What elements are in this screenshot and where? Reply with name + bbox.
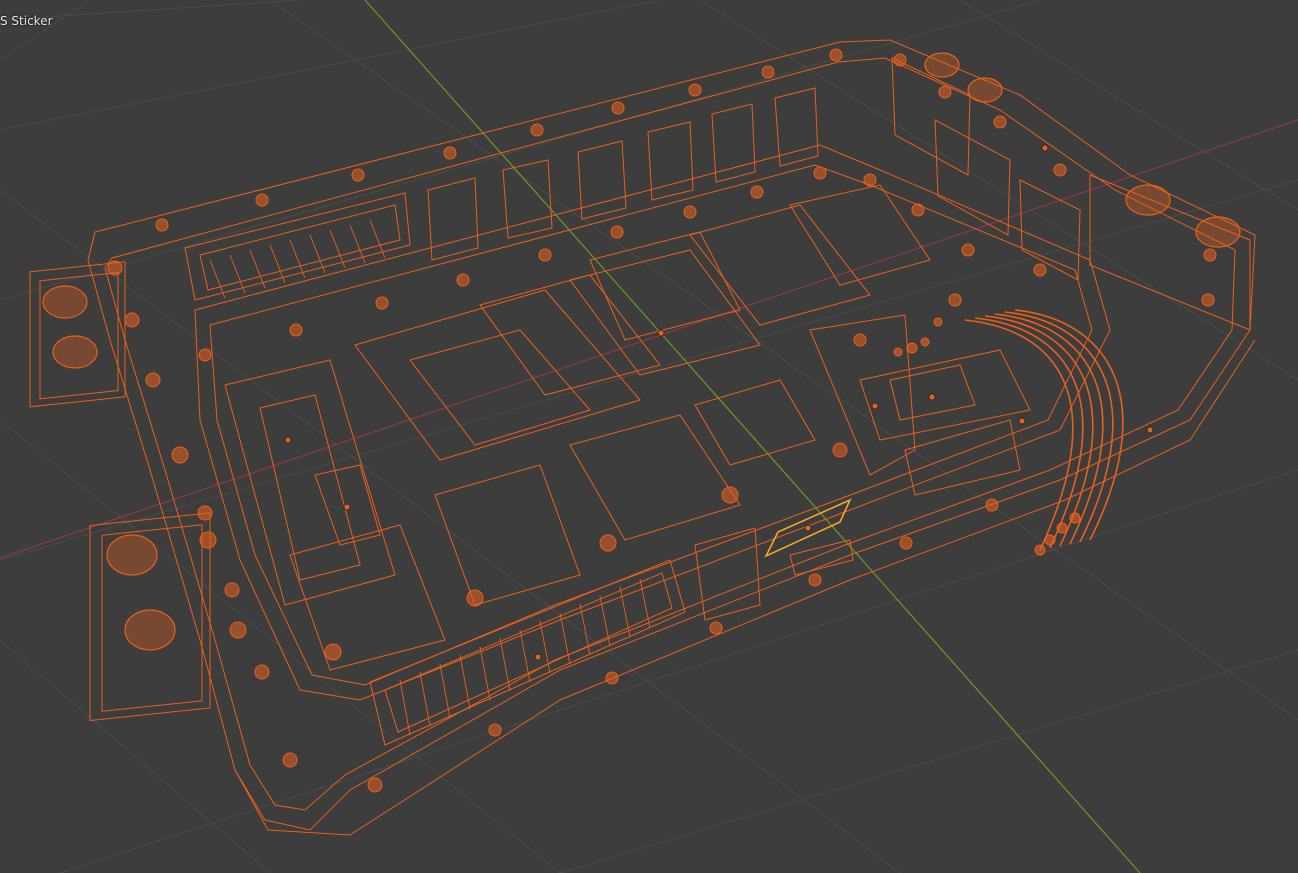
floor-grid xyxy=(0,0,1298,873)
viewport-canvas[interactable] xyxy=(0,0,1298,873)
object-origin-points xyxy=(284,144,1154,661)
x-axis-line xyxy=(0,119,1298,559)
selected-mesh-wireframe[interactable] xyxy=(29,39,1256,836)
y-axis-line xyxy=(364,0,1141,873)
3d-viewport[interactable]: S Sticker xyxy=(0,0,1298,873)
active-object-label: S Sticker xyxy=(0,14,53,28)
